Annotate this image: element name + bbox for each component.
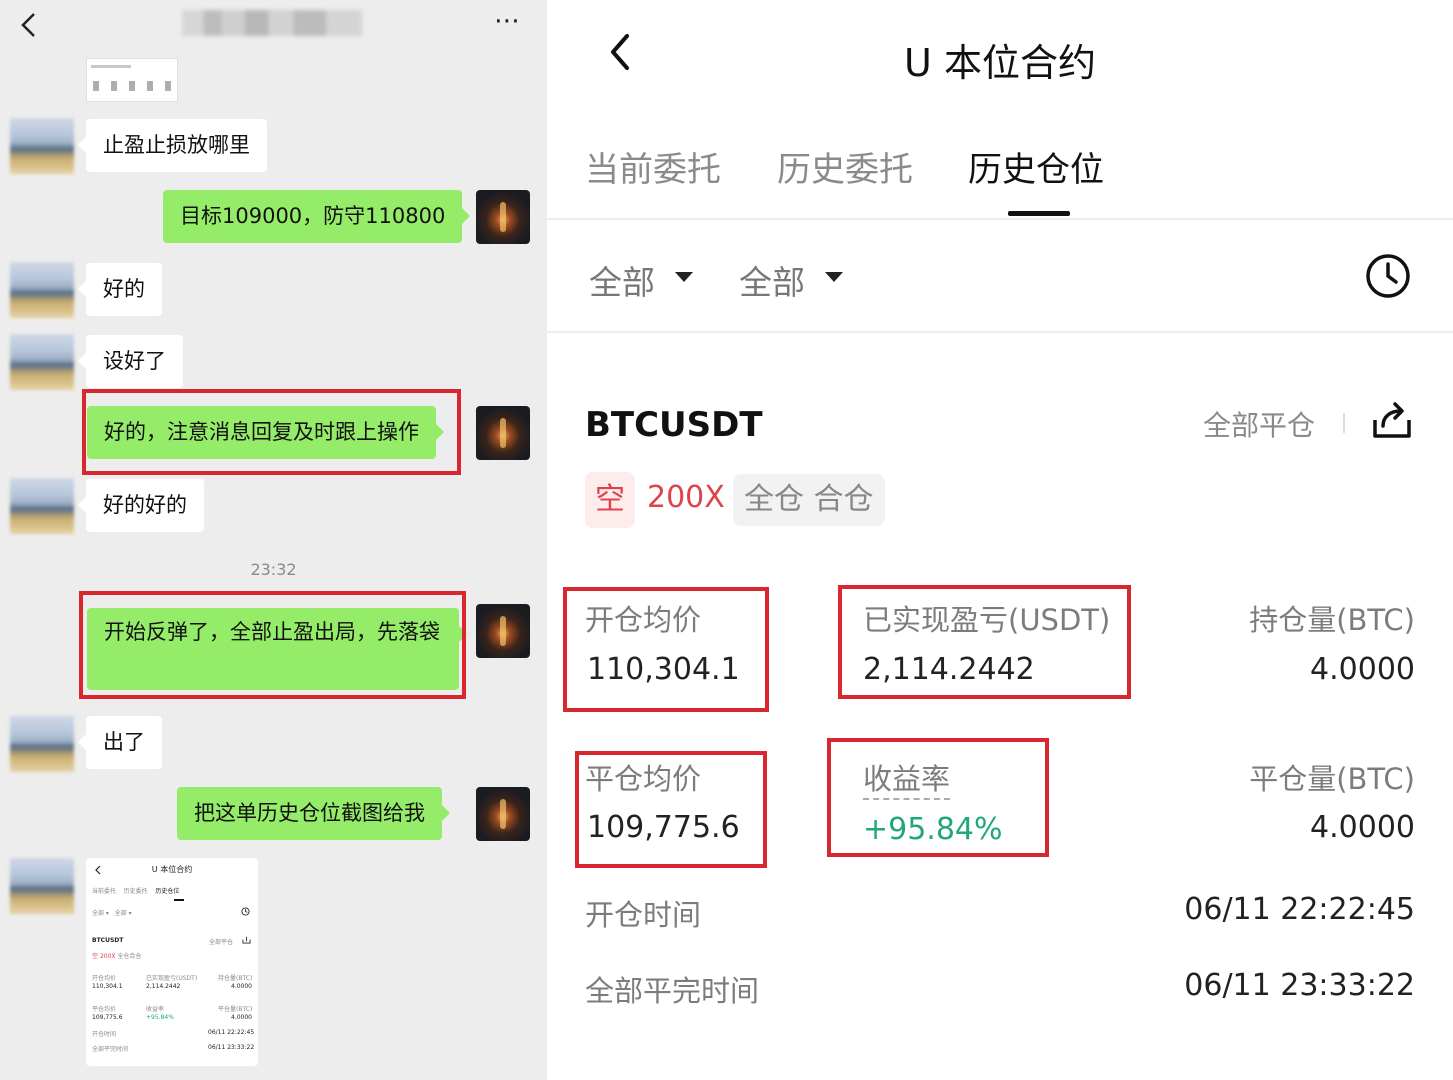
mini-label: 持仓量(BTC) [218, 975, 253, 982]
divider [547, 331, 1453, 333]
mini-value: 2,114.2442 [146, 983, 181, 990]
position-size-value: 4.0000 [1310, 652, 1415, 687]
chat-header: ⋯ [0, 0, 547, 56]
clock-icon [241, 907, 250, 916]
mini-tab: 历史仓位 [155, 888, 180, 895]
highlight-box [79, 591, 466, 699]
divider [1343, 413, 1345, 433]
mini-value: +95.84% [146, 1014, 174, 1021]
image-message-thumbnail[interactable] [86, 58, 178, 102]
caret-down-icon[interactable] [675, 272, 693, 282]
highlight-box [838, 585, 1131, 699]
tab-order-history[interactable]: 历史委托 [777, 142, 913, 191]
clock-icon[interactable] [1365, 253, 1411, 299]
mini-value: 110,304.1 [92, 983, 123, 990]
short-badge: 空 [585, 472, 635, 528]
open-time-value: 06/11 22:22:45 [1184, 892, 1415, 927]
chat-message[interactable]: 止盈止损放哪里 [78, 119, 267, 172]
mini-tab-underline [174, 899, 184, 901]
mini-label: 开仓均价 [92, 975, 117, 982]
mini-value: 06/11 23:33:22 [208, 1044, 255, 1051]
position-size-label: 持仓量(BTC) [1249, 603, 1415, 637]
tab-current-orders[interactable]: 当前委托 [585, 142, 721, 191]
tab-position-history[interactable]: 历史仓位 [968, 142, 1104, 191]
back-icon[interactable] [16, 10, 42, 40]
chat-message[interactable]: 设好了 [78, 335, 183, 388]
share-icon [242, 936, 251, 944]
mini-label: 开仓时间 [92, 1031, 117, 1038]
mini-value: 4.0000 [231, 983, 252, 990]
mini-value: 109,775.6 [92, 1014, 123, 1021]
contact-avatar[interactable] [10, 858, 74, 914]
self-avatar[interactable] [476, 406, 530, 460]
contact-avatar[interactable] [10, 478, 74, 534]
mini-tab: 当前委托 [92, 888, 117, 895]
margin-mode-badge: 全仓 合仓 [733, 474, 885, 526]
mini-value: 06/11 22:22:45 [208, 1029, 255, 1036]
chat-timestamp: 23:32 [250, 560, 297, 579]
share-icon[interactable] [1371, 400, 1413, 442]
leverage-label: 200X [647, 480, 725, 515]
mini-title: U 本位合约 [151, 865, 193, 874]
close-time-value: 06/11 23:33:22 [1184, 968, 1415, 1003]
chat-title-blurred [182, 10, 362, 36]
contact-avatar[interactable] [10, 334, 74, 390]
filter-dropdown-2[interactable]: 全部 [739, 256, 805, 304]
close-size-value: 4.0000 [1310, 810, 1415, 845]
open-time-label: 开仓时间 [585, 898, 702, 932]
highlight-box [82, 389, 461, 475]
mini-symbol: BTCUSDT [92, 937, 124, 944]
mini-close-all: 全部平仓 [209, 939, 234, 946]
chat-panel: ⋯ 止盈止损放哪里 目标109000，防守110800 好的 设好了 好的，注意… [0, 0, 547, 1080]
divider [547, 218, 1453, 220]
contact-avatar[interactable] [10, 118, 74, 174]
close-all-button[interactable]: 全部平仓 [1203, 404, 1315, 444]
mini-tab: 历史委托 [123, 888, 148, 895]
mini-label: 平仓量(BTC) [218, 1006, 253, 1013]
contact-avatar[interactable] [10, 716, 74, 772]
mini-filters: 全部 ▾ 全部 ▾ [92, 910, 132, 917]
contract-history-screen: U 本位合约 当前委托 历史委托 历史仓位 全部 全部 BTCUSDT 全部平仓… [547, 0, 1453, 1080]
chat-message[interactable]: 目标109000，防守110800 [163, 190, 471, 243]
page-title: U 本位合约 [904, 41, 1096, 85]
chat-message[interactable]: 出了 [78, 716, 162, 769]
mini-label: 平仓均价 [92, 1006, 117, 1013]
mini-tabs: 当前委托 历史委托 历史仓位 [92, 886, 179, 895]
close-size-label: 平仓量(BTC) [1249, 762, 1415, 796]
close-time-label: 全部平完时间 [585, 974, 760, 1008]
chat-message[interactable]: 好的好的 [78, 479, 204, 532]
filter-dropdown-1[interactable]: 全部 [589, 256, 655, 304]
self-avatar[interactable] [476, 190, 530, 244]
self-avatar[interactable] [476, 787, 530, 841]
more-icon[interactable]: ⋯ [494, 6, 521, 36]
chat-message[interactable]: 好的 [78, 263, 162, 316]
active-tab-indicator [1008, 211, 1070, 216]
symbol-name: BTCUSDT [585, 405, 763, 445]
chat-message[interactable]: 把这单历史仓位截图给我 [177, 787, 450, 840]
mini-label: 已实现盈亏(USDT) [146, 975, 198, 982]
mini-tags: 空 200X 全仓合仓 [92, 953, 142, 960]
mini-label: 全部平完时间 [92, 1046, 129, 1053]
mini-label: 收益率 [146, 1006, 165, 1013]
contact-avatar[interactable] [10, 262, 74, 318]
image-message-screenshot[interactable]: U 本位合约 当前委托 历史委托 历史仓位 全部 ▾ 全部 ▾ BTCUSDT … [86, 858, 258, 1066]
highlight-box [563, 587, 769, 712]
mini-value: 4.0000 [231, 1014, 252, 1021]
highlight-box [827, 738, 1049, 857]
caret-down-icon[interactable] [825, 272, 843, 282]
self-avatar[interactable] [476, 604, 530, 658]
highlight-box [575, 751, 767, 868]
